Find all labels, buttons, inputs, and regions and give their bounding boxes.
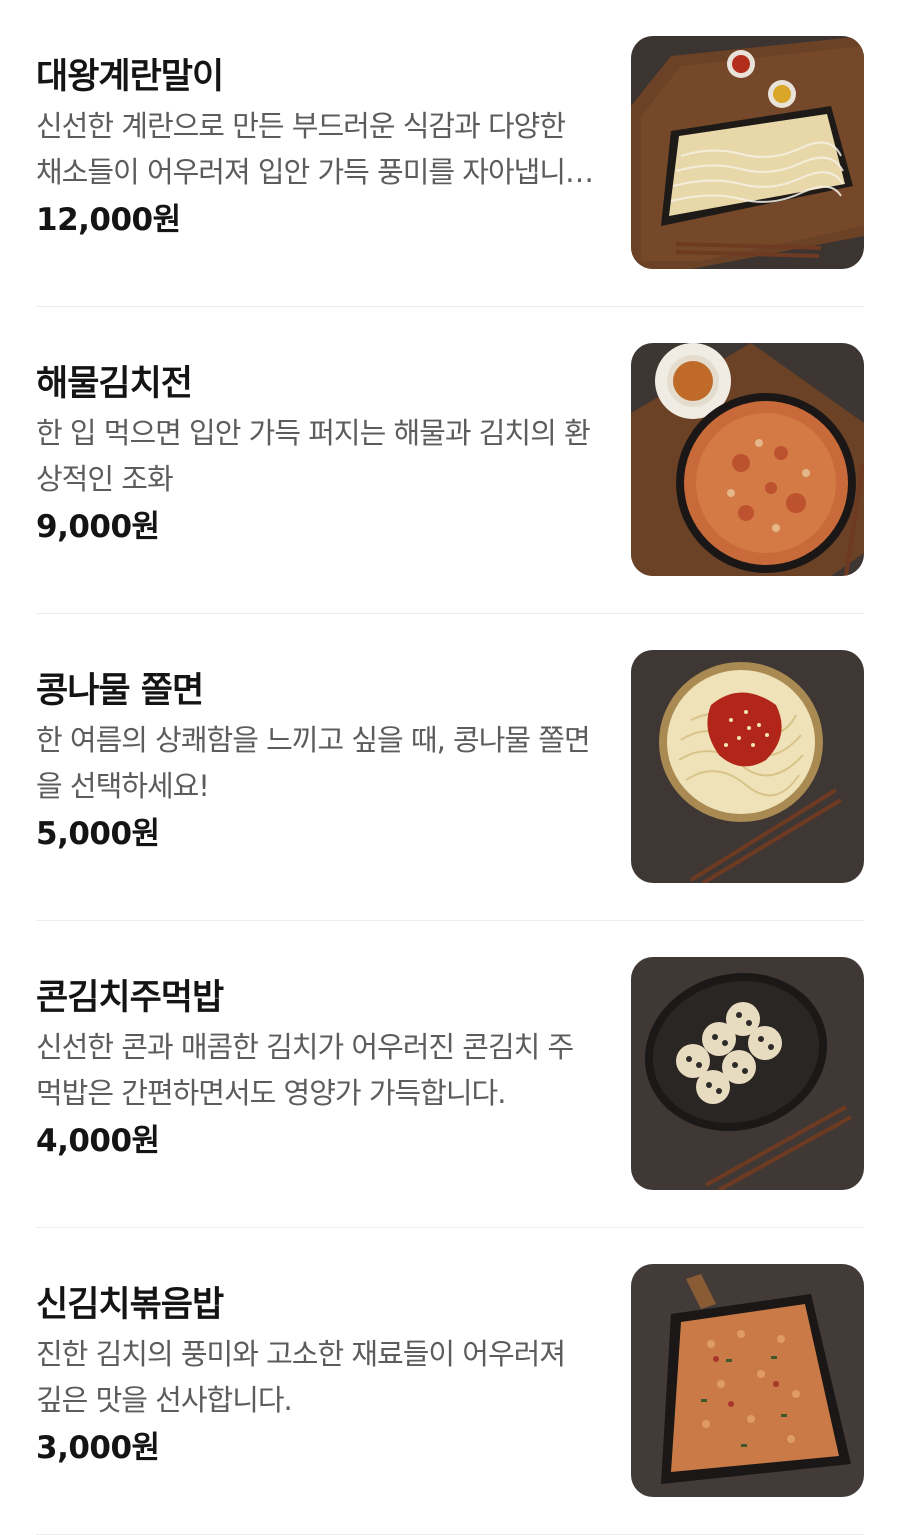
kimchi-fried-rice-image xyxy=(631,1264,864,1497)
menu-item-seafood-kimchi-pancake[interactable]: 해물김치전 한 입 먹으면 입안 가득 퍼지는 해물과 김치의 환상적인 조화 … xyxy=(0,307,900,614)
menu-item-name: 해물김치전 xyxy=(36,364,193,404)
menu-item-text: 대왕계란말이 신선한 계란으로 만든 부드러운 식감과 다양한 채소들이 어우러… xyxy=(36,54,596,242)
rice-balls-image xyxy=(631,957,864,1190)
menu-item-text: 콩나물 쫄면 한 여름의 상쾌함을 느끼고 싶을 때, 콩나물 쫄면을 선택하세… xyxy=(36,668,596,856)
spicy-chewy-noodles-image xyxy=(631,650,864,883)
menu-item-price: 5,000원 xyxy=(36,816,160,852)
spicy-chewy-noodles-photo[interactable] xyxy=(631,650,864,883)
menu-item-name: 콘김치주먹밥 xyxy=(36,978,224,1018)
menu-list: 대왕계란말이 신선한 계란으로 만든 부드러운 식감과 다양한 채소들이 어우러… xyxy=(0,0,900,1535)
menu-item-price: 3,000원 xyxy=(36,1430,160,1466)
menu-item-name: 신김치볶음밥 xyxy=(36,1285,224,1325)
menu-item-corn-kimchi-rice-balls[interactable]: 콘김치주먹밥 신선한 콘과 매콤한 김치가 어우러진 콘김치 주먹밥은 간편하면… xyxy=(0,921,900,1228)
rolled-omelette-image xyxy=(631,36,864,269)
menu-item-text: 신김치볶음밥 진한 김치의 풍미와 고소한 재료들이 어우러져 깊은 맛을 선사… xyxy=(36,1282,596,1470)
menu-item-price: 9,000원 xyxy=(36,509,160,545)
menu-item-price: 4,000원 xyxy=(36,1123,160,1159)
menu-item-spicy-chewy-noodles[interactable]: 콩나물 쫄면 한 여름의 상쾌함을 느끼고 싶을 때, 콩나물 쫄면을 선택하세… xyxy=(0,614,900,921)
menu-item-rolled-omelette[interactable]: 대왕계란말이 신선한 계란으로 만든 부드러운 식감과 다양한 채소들이 어우러… xyxy=(0,0,900,307)
menu-item-description: 한 입 먹으면 입안 가득 퍼지는 해물과 김치의 환상적인 조화 xyxy=(36,416,591,496)
menu-item-price: 12,000원 xyxy=(36,202,181,238)
menu-item-description: 한 여름의 상쾌함을 느끼고 싶을 때, 콩나물 쫄면을 선택하세요! xyxy=(36,723,591,803)
menu-item-description: 신선한 콘과 매콤한 김치가 어우러진 콘김치 주먹밥은 간편하면서도 영양가 … xyxy=(36,1030,574,1110)
menu-item-description: 신선한 계란으로 만든 부드러운 식감과 다양한 채소들이 어우러져 입안 가득… xyxy=(36,109,566,189)
seafood-kimchi-pancake-image xyxy=(631,343,864,576)
menu-item-text: 콘김치주먹밥 신선한 콘과 매콤한 김치가 어우러진 콘김치 주먹밥은 간편하면… xyxy=(36,975,596,1163)
rice-balls-photo[interactable] xyxy=(631,957,864,1190)
menu-item-kimchi-fried-rice[interactable]: 신김치볶음밥 진한 김치의 풍미와 고소한 재료들이 어우러져 깊은 맛을 선사… xyxy=(0,1228,900,1535)
menu-item-name: 대왕계란말이 xyxy=(36,57,224,97)
seafood-kimchi-pancake-photo[interactable] xyxy=(631,343,864,576)
kimchi-fried-rice-photo[interactable] xyxy=(631,1264,864,1497)
menu-item-description: 진한 김치의 풍미와 고소한 재료들이 어우러져 깊은 맛을 선사합니다. xyxy=(36,1337,566,1417)
menu-item-text: 해물김치전 한 입 먹으면 입안 가득 퍼지는 해물과 김치의 환상적인 조화 … xyxy=(36,361,596,549)
rolled-omelette-photo[interactable] xyxy=(631,36,864,269)
menu-item-name: 콩나물 쫄면 xyxy=(36,671,204,711)
